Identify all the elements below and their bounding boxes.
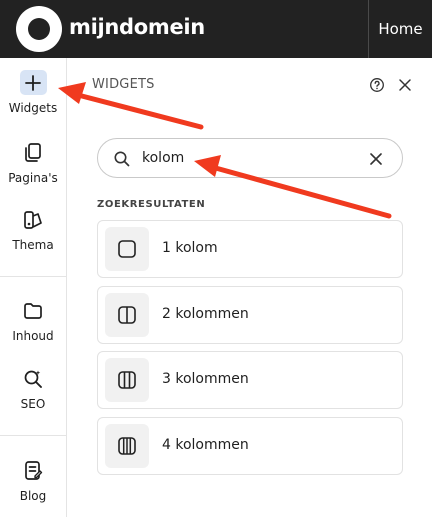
pages-icon bbox=[25, 143, 41, 162]
search-icon bbox=[114, 151, 130, 167]
brand-name[interactable]: mijndomein bbox=[69, 15, 205, 39]
three-columns-icon bbox=[118, 371, 136, 389]
rail-item-label: Thema bbox=[12, 238, 54, 252]
result-label: 4 kolommen bbox=[162, 437, 249, 453]
result-icon-box bbox=[105, 424, 149, 468]
rail-divider bbox=[0, 276, 66, 277]
panel-title: WIDGETS bbox=[92, 77, 155, 92]
home-button[interactable]: Home bbox=[369, 0, 432, 58]
result-icon-box bbox=[105, 227, 149, 271]
palette-icon bbox=[24, 211, 42, 229]
result-icon-box bbox=[105, 293, 149, 337]
seo-search-icon bbox=[24, 370, 42, 388]
result-label: 2 kolommen bbox=[162, 306, 249, 322]
rail-item-seo[interactable]: SEO bbox=[0, 367, 66, 431]
rail-item-label: Inhoud bbox=[12, 329, 54, 343]
two-columns-icon bbox=[118, 306, 136, 324]
rail-item-paginas[interactable]: Pagina's bbox=[0, 141, 66, 205]
blog-icon bbox=[25, 461, 43, 480]
search-input[interactable] bbox=[142, 148, 352, 168]
four-columns-icon bbox=[118, 437, 136, 455]
close-icon[interactable] bbox=[397, 77, 413, 93]
rail-divider bbox=[0, 435, 66, 436]
result-label: 1 kolom bbox=[162, 240, 218, 256]
rail-item-inhoud[interactable]: Inhoud bbox=[0, 299, 66, 363]
widget-search-box[interactable] bbox=[97, 138, 403, 178]
clear-search-icon[interactable] bbox=[368, 151, 384, 167]
result-icon-box bbox=[105, 358, 149, 402]
result-item-4-kolommen[interactable]: 4 kolommen bbox=[97, 417, 403, 475]
one-column-icon bbox=[118, 240, 136, 258]
folder-icon bbox=[24, 303, 42, 319]
rail-item-widgets[interactable]: Widgets bbox=[0, 71, 66, 135]
rail-item-label: Widgets bbox=[8, 101, 58, 115]
result-item-1-kolom[interactable]: 1 kolom bbox=[97, 220, 403, 278]
rail-item-thema[interactable]: Thema bbox=[0, 208, 66, 272]
rail-item-label: SEO bbox=[20, 397, 46, 411]
rail-item-blog[interactable]: Blog bbox=[0, 459, 66, 517]
result-label: 3 kolommen bbox=[162, 371, 249, 387]
brand-logo[interactable] bbox=[16, 6, 62, 52]
search-results-heading: ZOEKRESULTATEN bbox=[97, 199, 206, 210]
top-bar: mijndomein Home bbox=[0, 0, 432, 58]
rail-item-label: Pagina's bbox=[8, 171, 58, 185]
rail-item-label: Blog bbox=[19, 489, 47, 503]
plus-icon bbox=[25, 75, 41, 91]
result-item-2-kolommen[interactable]: 2 kolommen bbox=[97, 286, 403, 344]
result-item-3-kolommen[interactable]: 3 kolommen bbox=[97, 351, 403, 409]
help-icon[interactable] bbox=[369, 77, 385, 93]
